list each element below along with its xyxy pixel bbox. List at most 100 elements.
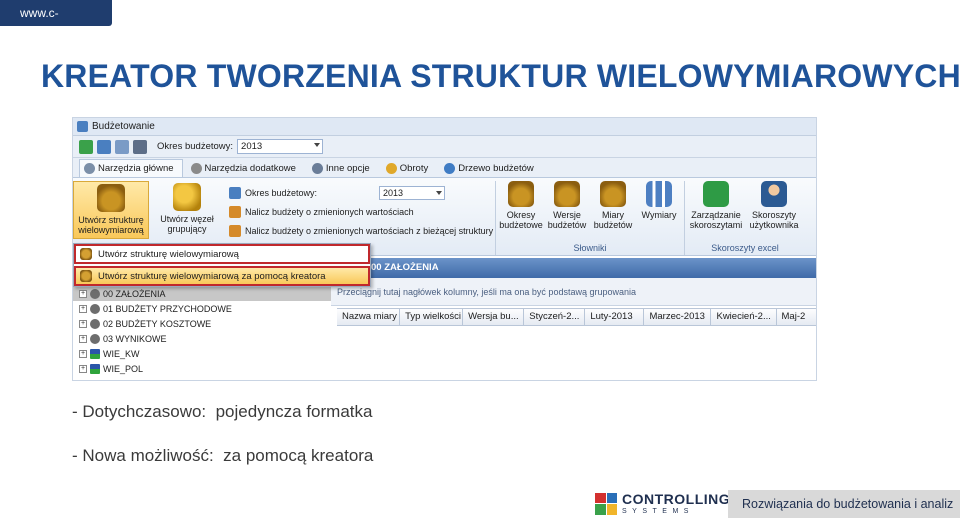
calculator-icon [229,224,241,237]
calendar-icon [229,186,241,199]
node-icon [90,288,100,299]
expand-icon[interactable]: + [79,304,87,313]
node-icon [90,318,100,329]
quick-access-toolbar: Okres budżetowy: 2013 [73,136,816,158]
slowniki-group: Okresy budżetowe Wersje budżetów Miary b… [495,181,684,255]
button-label: Zarządzanie skoroszytami [689,210,743,230]
bullet-dotychczasowo: - Dotychczasowo: pojedyncza formatka [72,402,373,421]
button-label: Okresy budżetowe [499,210,543,230]
column-header[interactable]: Nazwa miary [337,309,401,325]
tree-item[interactable]: + 02 BUDŻETY KOSZTOWE [73,316,331,331]
tab-narzedzia-glowne[interactable]: Narzędzia główne [79,159,183,177]
gear-icon [311,162,323,174]
logo-sub: SYSTEMS [622,508,694,515]
tree-item-label: WIE_KW [103,348,140,359]
tab-narzedzia-dodatkowe[interactable]: Narzędzia dodatkowe [187,159,304,177]
expand-icon[interactable]: + [79,319,87,328]
footer-tagline: Rozwiązania do budżetowania i analiz [728,490,960,518]
data-grid: 00 ZAŁOŻENIA Przeciągnij tutaj nagłówek … [331,258,816,380]
column-headers: Nazwa miary Typ wielkości Wersja bu... S… [337,308,816,326]
button-label: Wersje budżetów [547,210,587,230]
menu-item-label: Utwórz strukturę wielowymiarową [98,248,239,260]
wrench-icon [190,162,202,174]
button-label: Utwórz strukturę wielowymiarową [78,215,144,235]
money-bag-icon [80,248,92,260]
app-screenshot: Budżetowanie Okres budżetowy: 2013 Narzę… [72,117,817,381]
column-header[interactable]: Wersja bu... [463,309,525,325]
tree-item[interactable]: + WIE_POL [73,361,331,376]
mid-okres-label: Okres budżetowy: [245,187,318,198]
tree-item[interactable]: + 03 WYNIKOWE [73,331,331,346]
button-label: Skoroszyty użytkownika [749,210,799,230]
window-title: Budżetowanie [92,121,155,132]
tab-label: Narzędzia dodatkowe [204,162,296,174]
nalicz-biezaca-label: Nalicz budżety o zmienionych wartościach… [245,225,494,236]
logo-mark-icon [595,492,617,515]
tree-item[interactable]: + 01 BUDŻETY PRZYCHODOWE [73,301,331,316]
tab-drzewo-budzetow[interactable]: Drzewo budżetów [440,159,542,177]
tab-obroty[interactable]: Obroty [382,159,437,177]
okres-value: 2013 [241,141,263,152]
utworz-strukture-button[interactable]: Utwórz strukturę wielowymiarową [73,181,149,239]
url-badge: www.c-systems.pl [0,0,112,46]
chevron-down-icon [314,143,321,147]
slide-title: KREATOR TWORZENIA STRUKTUR WIELOWYMIAROW… [41,58,960,94]
column-header[interactable]: Typ wielkości [400,309,464,325]
mid-okres-select[interactable]: 2013 [379,185,446,200]
okres-select[interactable]: 2013 [237,139,324,154]
logo-main: CONTROLLING [622,491,731,507]
calculator-icon [229,205,241,218]
tree-item-label: 03 WYNIKOWE [103,333,167,344]
skoroszyty-group: Zarządzanie skoroszytami Skoroszyty użyt… [684,181,805,255]
cube-icon [90,363,100,374]
menu-item-label: Utwórz strukturę wielowymiarową za pomoc… [98,270,326,282]
tree-item[interactable]: + WIE_KW [73,346,331,361]
excel-icon [703,181,729,207]
group-by-hint[interactable]: Przeciągnij tutaj nagłówek kolumny, jeśl… [331,278,816,306]
tab-inne-opcje[interactable]: Inne opcje [308,159,378,177]
button-label: Wymiary [641,210,677,220]
refresh-icon[interactable] [97,139,111,154]
menu-item-utworz[interactable]: Utwórz strukturę wielowymiarową [74,244,370,264]
tree-item[interactable]: + 00 ZAŁOŻENIA [73,286,331,301]
nalicz-button[interactable]: Nalicz budżety o zmienionych wartościach [225,202,495,221]
add-icon[interactable] [79,139,93,154]
node-icon [90,333,100,344]
tree-item-label: 01 BUDŻETY PRZYCHODOWE [103,303,232,314]
tree-icon [444,162,456,174]
tree-item-label: WIE_POL [103,363,144,374]
expand-icon[interactable]: + [79,364,87,373]
tab-label: Obroty [399,162,429,174]
column-header[interactable]: Styczeń-2... [524,309,586,325]
company-logo: CONTROLLING SYSTEMS [595,492,730,515]
mid-okres-row: Okres budżetowy: 2013 [225,183,495,202]
excel-icon[interactable] [133,139,147,154]
column-header[interactable]: Kwiecień-2... [711,309,777,325]
chevron-down-icon [436,190,443,195]
column-header[interactable]: Maj-2 [777,309,816,325]
window-titlebar: Budżetowanie [73,118,816,136]
money-bag-icon [508,181,534,207]
chart-icon [646,181,672,207]
money-bag-icon [600,181,626,207]
skoroszyty-label: Skoroszyty excel [711,243,779,253]
app-icon [77,121,88,132]
expand-icon[interactable]: + [79,349,87,358]
tools-icon [84,163,95,174]
create-structure-menu: Utwórz strukturę wielowymiarową Utwórz s… [73,243,371,287]
logo-text: CONTROLLING SYSTEMS [622,492,730,515]
button-label: Utwórz węzeł grupujący [160,214,214,234]
mid-okres-value: 2013 [383,187,404,198]
tab-label: Narzędzia główne [98,163,174,174]
column-header[interactable]: Marzec-2013 [644,309,712,325]
button-label: Miary budżetów [593,210,633,230]
expand-icon[interactable]: + [79,334,87,343]
menu-item-utworz-kreator[interactable]: Utwórz strukturę wielowymiarową za pomoc… [74,266,370,286]
bullet-nowa-mozliwosc: - Nowa możliwość: za pomocą kreatora [72,446,374,465]
column-header[interactable]: Luty-2013 [585,309,645,325]
user-icon [761,181,787,207]
expand-icon[interactable]: + [79,289,87,298]
tab-label: Inne opcje [325,162,370,174]
grid-icon[interactable] [115,139,129,154]
nalicz-biezaca-button[interactable]: Nalicz budżety o zmienionych wartościach… [225,221,495,240]
